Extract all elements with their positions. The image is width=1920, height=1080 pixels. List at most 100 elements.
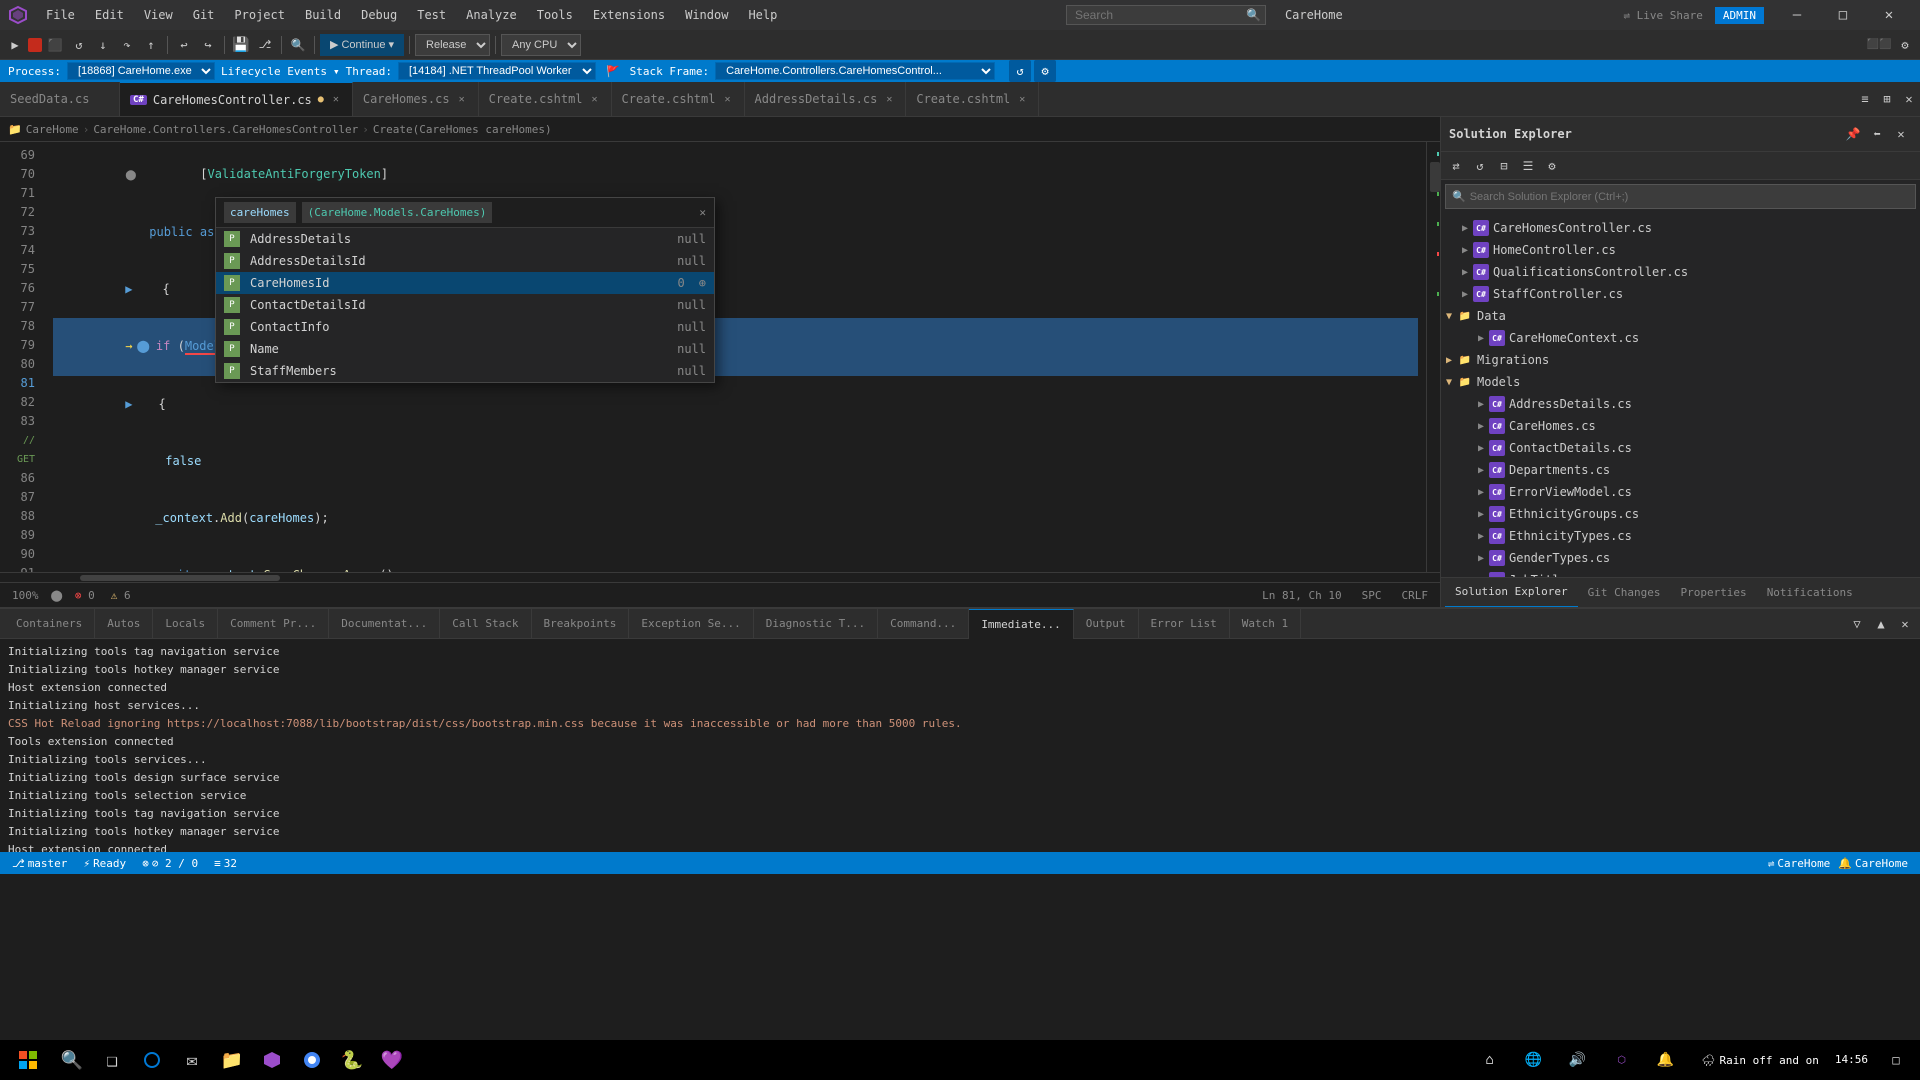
tab-close-btn[interactable]: ✕ (1016, 93, 1028, 106)
iw-minimize-btn[interactable]: ▽ (1846, 613, 1868, 635)
taskbar-vs-icon[interactable] (252, 1040, 292, 1080)
tray-network-icon[interactable]: 🌐 (1514, 1040, 1554, 1080)
tree-contactdetails[interactable]: ▶ C# ContactDetails.cs (1441, 437, 1920, 459)
tree-gendertypes[interactable]: ▶ C# GenderTypes.cs (1441, 547, 1920, 569)
se-tab-properties[interactable]: Properties (1670, 578, 1756, 608)
iw-tab-callstack[interactable]: Call Stack (440, 609, 531, 639)
iw-close-btn[interactable]: ✕ (1894, 613, 1916, 635)
code-body[interactable]: ⬤ [ValidateAntiForgeryToken] public asyn… (45, 142, 1426, 572)
menu-help[interactable]: Help (740, 4, 785, 26)
ac-item-3[interactable]: P ContactDetailsId null (216, 294, 714, 316)
tab-close-btn[interactable]: ✕ (589, 93, 601, 106)
se-tab-solution-explorer[interactable]: Solution Explorer (1445, 578, 1578, 608)
cpu-dropdown[interactable]: Any CPU (501, 34, 581, 56)
refresh-btn[interactable]: ↺ (1009, 60, 1031, 82)
tab-create3[interactable]: Create.cshtml ✕ (906, 82, 1039, 117)
tree-carehomescontroller[interactable]: ▶ C# CareHomesController.cs (1441, 217, 1920, 239)
tab-carehomes[interactable]: CareHomes.cs ✕ (353, 82, 479, 117)
breadcrumb-method[interactable]: Create(CareHomes careHomes) (373, 123, 552, 136)
iw-tab-breakpoints[interactable]: Breakpoints (532, 609, 630, 639)
iw-tab-commentpr[interactable]: Comment Pr... (218, 609, 329, 639)
se-tab-git-changes[interactable]: Git Changes (1578, 578, 1671, 608)
menu-file[interactable]: File (38, 4, 83, 26)
menu-build[interactable]: Build (297, 4, 349, 26)
iw-maximize-btn[interactable]: ▲ (1870, 613, 1892, 635)
error-count[interactable]: ⊗ 0 (71, 589, 99, 602)
tree-migrations-folder[interactable]: ▶ 📁 Migrations (1441, 349, 1920, 371)
tree-carehomes-model[interactable]: ▶ C# CareHomes.cs (1441, 415, 1920, 437)
code-hscrollbar[interactable] (0, 572, 1440, 582)
settings-btn[interactable]: ⚙ (1034, 60, 1056, 82)
warning-count[interactable]: ⚠ 6 (107, 589, 135, 602)
iw-tab-documentat[interactable]: Documentat... (329, 609, 440, 639)
continue-button[interactable]: ▶ Continue ▾ (320, 34, 404, 56)
se-refresh-btn[interactable]: ↺ (1469, 155, 1491, 177)
hscroll-thumb[interactable] (80, 575, 280, 581)
notification-center-btn[interactable]: □ (1876, 1040, 1916, 1080)
tree-homecontroller[interactable]: ▶ C# HomeController.cs (1441, 239, 1920, 261)
release-dropdown[interactable]: Release (415, 34, 490, 56)
tree-staffcontroller[interactable]: ▶ C# StaffController.cs (1441, 283, 1920, 305)
taskbar-python-icon[interactable]: 🐍 (332, 1040, 372, 1080)
align-icon[interactable]: ⬛⬛ (1868, 34, 1890, 56)
tab-create2[interactable]: Create.cshtml ✕ (612, 82, 745, 117)
status-notification[interactable]: 🔔 CareHome (1834, 857, 1912, 870)
tab-create1[interactable]: Create.cshtml ✕ (479, 82, 612, 117)
tree-carehomecontext[interactable]: ▶ C# CareHomeContext.cs (1441, 327, 1920, 349)
tree-qualificationscontroller[interactable]: ▶ C# QualificationsController.cs (1441, 261, 1920, 283)
tree-ethnicitytypes[interactable]: ▶ C# EthnicityTypes.cs (1441, 525, 1920, 547)
se-filter-btn[interactable]: ☰ (1517, 155, 1539, 177)
menu-project[interactable]: Project (226, 4, 293, 26)
taskbar-clock[interactable]: 14:56 (1827, 1052, 1876, 1068)
se-auto-hide-btn[interactable]: ⬅ (1866, 123, 1888, 145)
toolbar-btn-2[interactable]: ⬛ (44, 34, 66, 56)
menu-analyze[interactable]: Analyze (458, 4, 525, 26)
tree-errorviewmodel[interactable]: ▶ C# ErrorViewModel.cs (1441, 481, 1920, 503)
se-tab-notifications[interactable]: Notifications (1757, 578, 1863, 608)
menu-search-input[interactable] (1066, 5, 1266, 25)
ac-item-4[interactable]: P ContactInfo null (216, 316, 714, 338)
tree-ethnicitygroups[interactable]: ▶ C# EthnicityGroups.cs (1441, 503, 1920, 525)
toolbar-search[interactable]: 🔍 (287, 34, 309, 56)
tab-carehomescontroller[interactable]: C# CareHomesController.cs ● ✕ (120, 82, 353, 117)
taskbar-edge-icon[interactable] (132, 1040, 172, 1080)
menu-tools[interactable]: Tools (529, 4, 581, 26)
iw-tab-immediate[interactable]: Immediate... (969, 609, 1073, 639)
ac-item-2[interactable]: P CareHomesId 0 ⊕ (216, 272, 714, 294)
zoom-level[interactable]: 100% (8, 589, 43, 602)
close-pane-btn[interactable]: ✕ (1898, 88, 1920, 110)
tray-notification-icon[interactable]: ⌂ (1470, 1040, 1510, 1080)
toolbar-undo[interactable]: ↩ (173, 34, 195, 56)
menu-debug[interactable]: Debug (353, 4, 405, 26)
iw-tab-autos[interactable]: Autos (95, 609, 153, 639)
tab-close-btn[interactable]: ✕ (456, 93, 468, 106)
tab-overflow-btn[interactable]: ≡ (1854, 88, 1876, 110)
tree-models-folder[interactable]: ▼ 📁 Models (1441, 371, 1920, 393)
toolbar-refresh[interactable]: ↺ (68, 34, 90, 56)
toolbar-btn-1[interactable] (28, 38, 42, 52)
se-collapse-btn[interactable]: ⊟ (1493, 155, 1515, 177)
taskbar-explorer-icon[interactable]: 📁 (212, 1040, 252, 1080)
tree-departments[interactable]: ▶ C# Departments.cs (1441, 459, 1920, 481)
tray-volume-icon[interactable]: 🔊 (1558, 1040, 1598, 1080)
encoding[interactable]: SPC (1358, 589, 1386, 602)
thread-dropdown[interactable]: [14184] .NET ThreadPool Worker (398, 62, 596, 80)
taskbar-vscode-icon[interactable]: 💜 (372, 1040, 412, 1080)
tree-data-folder[interactable]: ▼ 📁 Data (1441, 305, 1920, 327)
se-close-btn[interactable]: ✕ (1890, 123, 1912, 145)
se-sync-btn[interactable]: ⇄ (1445, 155, 1467, 177)
start-button[interactable] (4, 1040, 52, 1080)
tab-addressdetails[interactable]: AddressDetails.cs ✕ (745, 82, 907, 117)
status-ready[interactable]: ⚡ Ready (79, 857, 130, 870)
stack-frame-dropdown[interactable]: CareHome.Controllers.CareHomesControl... (715, 62, 995, 80)
toolbar-settings[interactable]: ⚙ (1894, 34, 1916, 56)
iw-content[interactable]: Initializing tools tag navigation servic… (0, 639, 1920, 852)
tree-jobtitles[interactable]: ▶ C# JobTitles.cs (1441, 569, 1920, 577)
se-search-input[interactable] (1470, 191, 1909, 203)
iw-tab-locals[interactable]: Locals (153, 609, 218, 639)
iw-tab-output[interactable]: Output (1074, 609, 1139, 639)
status-git[interactable]: ⎇ master (8, 857, 71, 870)
taskbar-taskview-icon[interactable]: ❑ (92, 1040, 132, 1080)
line-ending[interactable]: CRLF (1398, 589, 1433, 602)
tree-addressdetails[interactable]: ▶ C# AddressDetails.cs (1441, 393, 1920, 415)
